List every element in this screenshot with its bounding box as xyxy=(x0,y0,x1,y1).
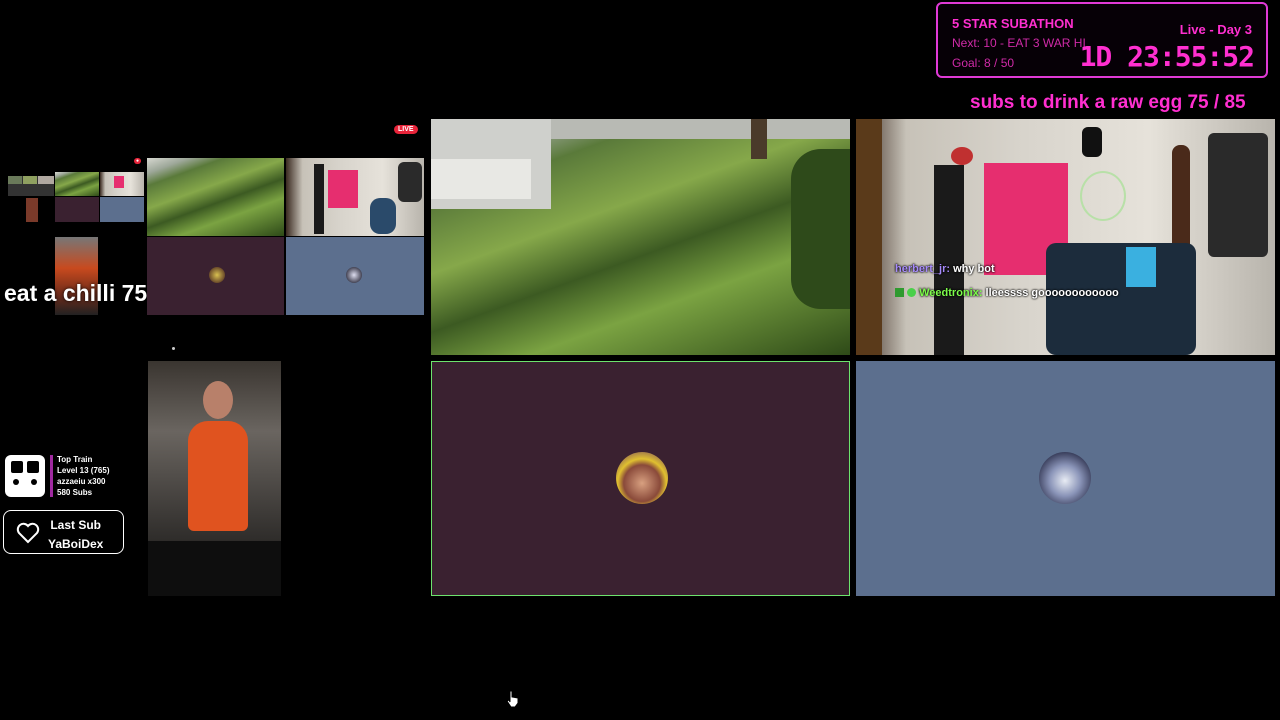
subathon-timer: 1D 23:55:52 xyxy=(1079,40,1255,73)
room-cam-tile-small[interactable] xyxy=(286,158,424,236)
top-train-subs: 580 Subs xyxy=(57,488,93,497)
chat-username: Weedtronix: xyxy=(919,287,983,299)
egg-goal-text: subs to drink a raw egg 75 / 85 xyxy=(970,92,1246,113)
nested-kitchen-tile xyxy=(26,198,38,222)
nested-grass-tile xyxy=(55,172,99,196)
avatar-icon xyxy=(616,452,668,504)
nested-slate-tile xyxy=(100,197,144,222)
plum-tile-speaking[interactable] xyxy=(431,361,850,596)
avatar-icon xyxy=(346,267,362,283)
avatar-icon xyxy=(1039,452,1091,504)
slate-tile[interactable] xyxy=(856,361,1275,596)
pointer-cursor-icon xyxy=(506,690,519,708)
grass-cam-tile[interactable] xyxy=(431,119,850,355)
train-icon xyxy=(5,455,45,497)
top-train-title: Top Train xyxy=(57,455,93,464)
last-sub-text: Last Sub YaBoiDex xyxy=(48,516,103,554)
nested-thumb-grid xyxy=(8,176,54,196)
dot-indicator xyxy=(172,347,175,350)
top-train-user: azzaeiu x300 xyxy=(57,477,106,486)
subathon-goal: Goal: 8 / 50 xyxy=(952,56,1015,70)
chat-text: why bot xyxy=(953,263,995,275)
subathon-next: Next: 10 - EAT 3 WAR HI xyxy=(952,36,1086,50)
subathon-live-day: Live - Day 3 xyxy=(1179,22,1252,37)
chat-message: Weedtronix: lleessss goooooooooooo xyxy=(895,287,1119,299)
top-train-info: Top Train Level 13 (765) azzaeiu x300 58… xyxy=(57,454,109,498)
last-sub-panel: Last Sub YaBoiDex xyxy=(3,510,124,554)
last-sub-label: Last Sub xyxy=(50,518,102,532)
nested-plum-tile xyxy=(55,197,99,222)
avatar-icon xyxy=(209,267,225,283)
subathon-panel: 5 STAR SUBATHON Next: 10 - EAT 3 WAR HI … xyxy=(936,2,1268,78)
heart-icon xyxy=(16,522,40,544)
subathon-title: 5 STAR SUBATHON xyxy=(952,16,1074,31)
train-progress-bar xyxy=(50,455,53,497)
top-train-level: Level 13 (765) xyxy=(57,466,110,475)
mod-badge-icon xyxy=(895,288,904,297)
nested-room-tile xyxy=(100,172,144,196)
badge-icon xyxy=(907,288,917,297)
last-sub-name: YaBoiDex xyxy=(48,537,104,551)
nested-live-badge: ● xyxy=(134,158,142,164)
plum-tile-small[interactable] xyxy=(147,237,284,315)
room-cam-tile[interactable] xyxy=(856,119,1275,355)
chat-text: lleessss goooooooooooo xyxy=(985,287,1119,299)
chat-message: herbert_jr: why bot xyxy=(895,263,995,275)
grass-cam-tile-small[interactable] xyxy=(147,158,284,236)
kitchen-cam-tile[interactable] xyxy=(148,361,281,596)
slate-tile-small[interactable] xyxy=(286,237,424,315)
chat-username: herbert_jr: xyxy=(895,263,951,275)
live-badge: LIVE xyxy=(394,125,418,134)
